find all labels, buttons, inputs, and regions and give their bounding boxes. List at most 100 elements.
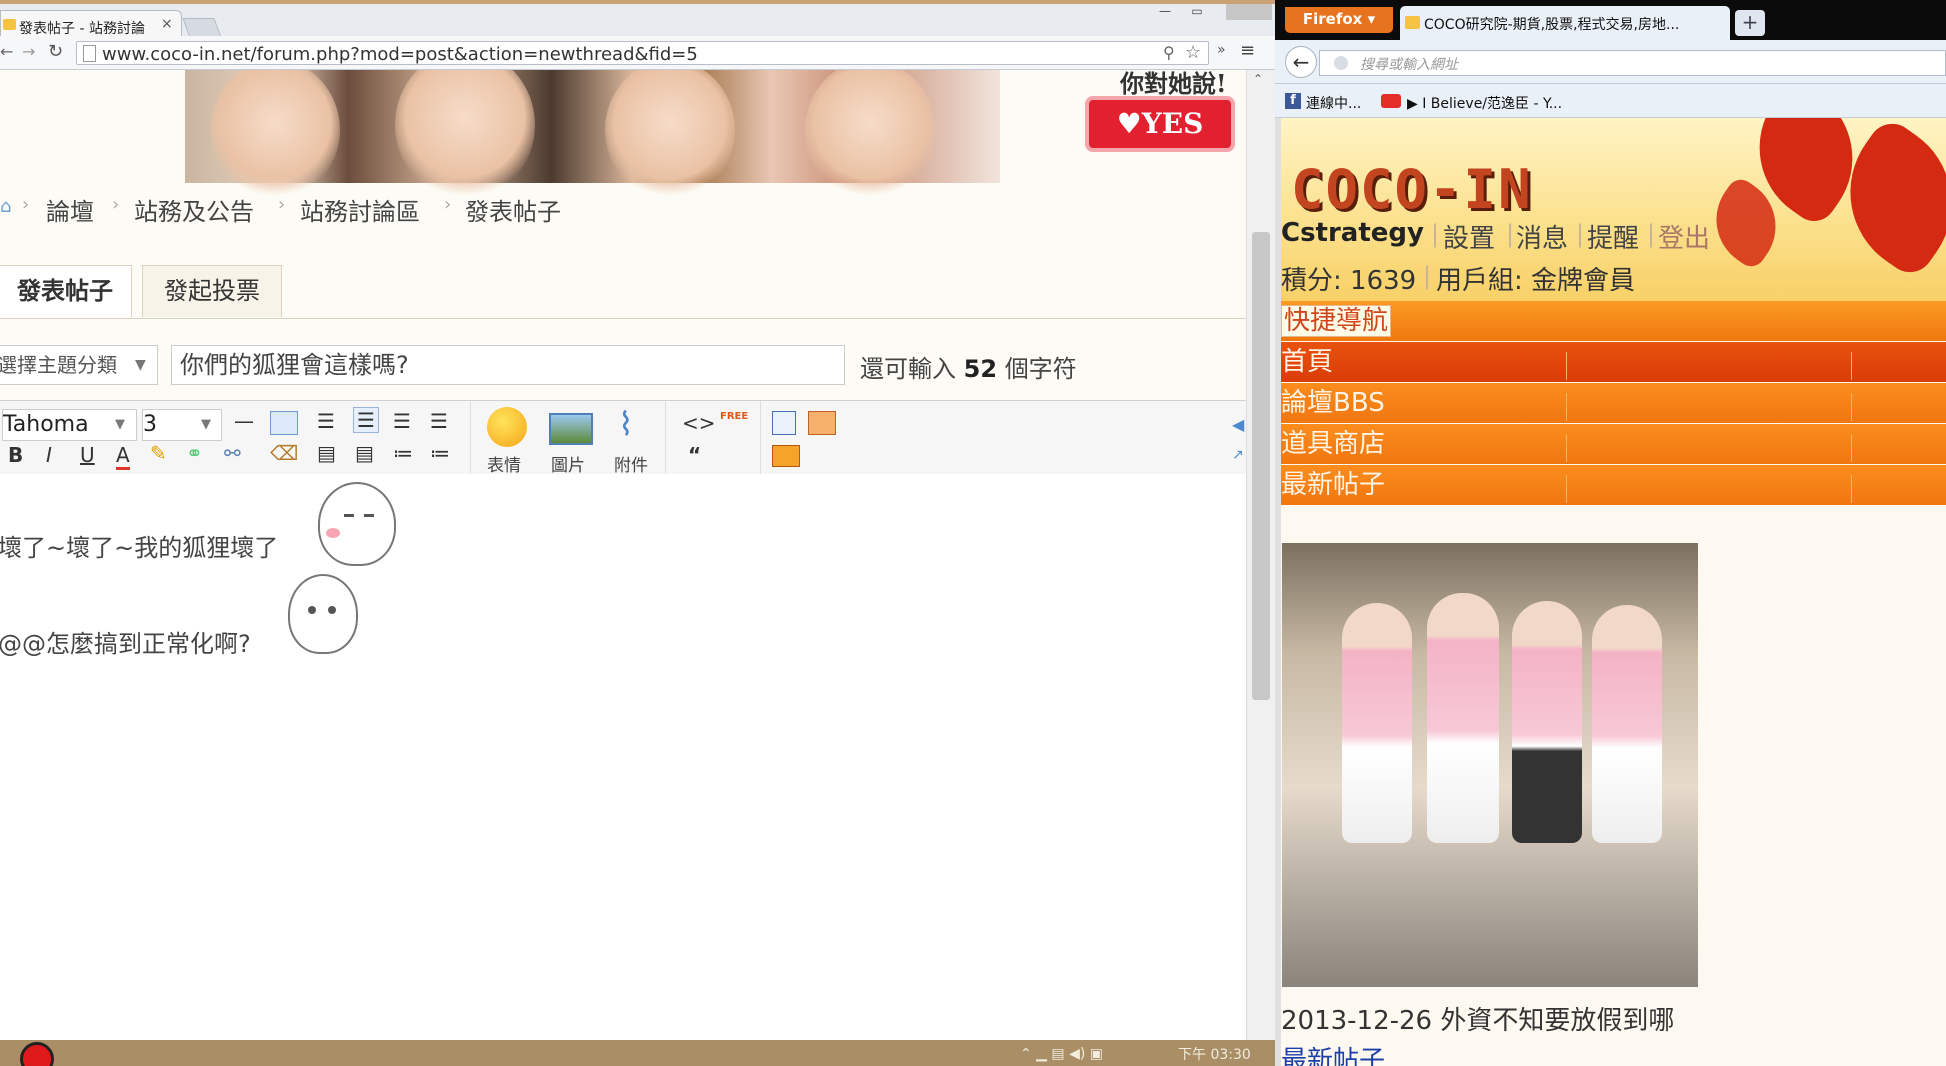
banner-face: [605, 70, 735, 200]
photo-figure: [1512, 601, 1582, 843]
media-icon[interactable]: [808, 411, 836, 435]
news-item[interactable]: 2013-12-26 外資不知要放假到哪: [1281, 1000, 1674, 1037]
breadcrumb-item-current: 發表帖子: [465, 198, 561, 226]
settings-link[interactable]: 設置: [1443, 218, 1495, 255]
free-icon[interactable]: FREE: [720, 411, 748, 422]
tab-favicon-icon: [3, 19, 16, 30]
attachment-icon[interactable]: ⌇: [618, 405, 634, 443]
align-left-icon[interactable]: ☰: [317, 409, 335, 433]
omnibox[interactable]: www.coco-in.net/forum.php?mod=post&actio…: [76, 41, 1209, 65]
italic-icon[interactable]: I: [46, 443, 52, 467]
image-icon[interactable]: [549, 413, 593, 445]
taskbar-clock[interactable]: 下午 03:30: [1178, 1044, 1251, 1064]
banner-yes-badge[interactable]: ♥YES: [1085, 96, 1235, 152]
minimize-icon[interactable]: —: [1150, 4, 1180, 20]
new-tab-button[interactable]: +: [1735, 10, 1765, 36]
chevron-down-icon: ▼: [201, 417, 211, 432]
paste-word-icon[interactable]: [772, 411, 796, 435]
notifications-link[interactable]: 提醒: [1587, 218, 1639, 255]
url-bar[interactable]: 搜尋或輸入網址: [1319, 50, 1946, 76]
ordered-list-icon[interactable]: ≔: [393, 441, 413, 465]
zoom-icon[interactable]: ⚲: [1163, 43, 1175, 62]
tab-new-poll[interactable]: 發起投票: [142, 265, 282, 317]
quote-icon[interactable]: “: [688, 443, 701, 467]
page-scrollbar[interactable]: ⌃: [1246, 70, 1275, 1040]
breadcrumb-item[interactable]: 站務討論區: [300, 192, 420, 227]
reload-icon[interactable]: ↻: [48, 41, 63, 62]
nav-item-latest[interactable]: 最新帖子: [1281, 470, 1385, 500]
image-label[interactable]: 圖片: [551, 451, 585, 476]
unordered-list-icon[interactable]: ≔: [430, 441, 450, 465]
scrollbar-thumb[interactable]: [1252, 232, 1270, 700]
chrome-tab-strip: 發表帖子 - 站務討論 × — ▭: [0, 0, 1275, 40]
expand-icon[interactable]: ↗: [1232, 447, 1244, 463]
table-icon[interactable]: [270, 411, 298, 435]
extensions-overflow-icon[interactable]: »: [1217, 42, 1226, 58]
align-center-icon[interactable]: ☰: [393, 409, 411, 433]
home-icon[interactable]: ⌂: [0, 196, 11, 217]
menu-icon[interactable]: ≡: [1240, 40, 1255, 61]
featured-photo[interactable]: [1282, 543, 1698, 987]
attachment-label[interactable]: 附件: [614, 451, 648, 476]
clear-format-icon[interactable]: ⌫: [270, 441, 298, 465]
spellcheck-icon[interactable]: ✎: [150, 441, 167, 465]
scroll-up-icon[interactable]: ⌃: [1253, 72, 1263, 86]
category-select[interactable]: 選擇主題分類 ▼: [0, 345, 158, 385]
nav-item-forum[interactable]: 論壇BBS: [1281, 388, 1385, 418]
post-body-editor[interactable]: 壞了~壞了~我的狐狸壞了 @@怎麼搞到正常化啊?: [0, 474, 1246, 1040]
firefox-tab-active[interactable]: COCO研究院-期貨,股票,程式交易,房地...: [1400, 6, 1730, 40]
nav-row: 首頁: [1281, 342, 1946, 382]
forward-icon[interactable]: →: [22, 42, 35, 61]
tray-icons[interactable]: ⌃ ▁ ▤ ◀) ▣: [1020, 1046, 1103, 1062]
breadcrumb-item[interactable]: 論壇: [46, 192, 94, 227]
bookmark-star-icon[interactable]: ☆: [1185, 42, 1201, 63]
bookmark-label: I Believe/范逸臣 - Y...: [1422, 96, 1563, 112]
align-right-icon[interactable]: ☰: [430, 409, 448, 433]
messages-link[interactable]: 消息: [1516, 218, 1568, 255]
divider: |: [1647, 220, 1656, 248]
nav-item-home[interactable]: 首頁: [1281, 347, 1333, 377]
banner-face: [395, 70, 535, 200]
toolbar-divider: [470, 401, 471, 475]
logout-link[interactable]: 登出: [1658, 218, 1710, 255]
font-size-select[interactable]: 3 ▼: [142, 409, 222, 441]
tab-close-icon[interactable]: ×: [161, 16, 173, 32]
firefox-menu-button[interactable]: Firefox ▾: [1285, 7, 1393, 33]
back-icon[interactable]: ←: [1285, 46, 1317, 78]
subject-input[interactable]: 你們的狐狸會這樣嗎?: [171, 345, 845, 385]
bold-icon[interactable]: B: [8, 443, 23, 467]
post-type-tabs: 發表帖子 發起投票: [0, 263, 1246, 319]
horizontal-rule-icon[interactable]: —: [234, 409, 254, 433]
maximize-icon[interactable]: ▭: [1182, 4, 1212, 20]
align-justify-icon[interactable]: ☰: [353, 407, 379, 433]
breadcrumb-item[interactable]: 站務及公告: [134, 192, 254, 227]
site-logo[interactable]: COCO-IN: [1291, 158, 1533, 221]
float-right-icon[interactable]: ▤: [355, 441, 374, 465]
flash-icon[interactable]: [772, 445, 800, 467]
font-color-icon[interactable]: A: [116, 443, 130, 470]
nav-item-quick[interactable]: 快捷導航: [1281, 305, 1392, 337]
font-family-value: Tahoma: [3, 412, 89, 437]
divider: |: [1506, 220, 1515, 248]
new-tab-button[interactable]: [182, 18, 222, 38]
media-player-icon[interactable]: [20, 1042, 54, 1066]
unlink-icon[interactable]: ⚯: [224, 441, 241, 465]
nav-item-shop[interactable]: 道具商店: [1281, 429, 1385, 459]
emoticon-label[interactable]: 表情: [487, 451, 521, 476]
float-left-icon[interactable]: ▤: [317, 441, 336, 465]
latest-posts-link[interactable]: 最新帖子: [1281, 1040, 1385, 1066]
photo-figure: [1342, 603, 1412, 843]
underline-icon[interactable]: U: [80, 443, 95, 467]
username-link[interactable]: Cstrategy: [1281, 218, 1424, 248]
emoticon-icon[interactable]: [487, 407, 527, 447]
link-icon[interactable]: ⚭: [186, 441, 203, 465]
bookmark-item[interactable]: ▶ I Believe/范逸臣 - Y...: [1407, 93, 1562, 113]
back-icon[interactable]: ←: [0, 42, 13, 61]
tab-new-thread[interactable]: 發表帖子: [0, 265, 132, 317]
post-line: @@怎麼搞到正常化啊?: [0, 630, 251, 658]
collapse-icon[interactable]: ◀: [1232, 415, 1244, 434]
code-icon[interactable]: <>: [682, 411, 716, 435]
bookmark-item[interactable]: 連線中...: [1306, 93, 1361, 113]
font-family-select[interactable]: Tahoma ▼: [2, 409, 137, 441]
close-window-icon[interactable]: [1226, 4, 1272, 20]
